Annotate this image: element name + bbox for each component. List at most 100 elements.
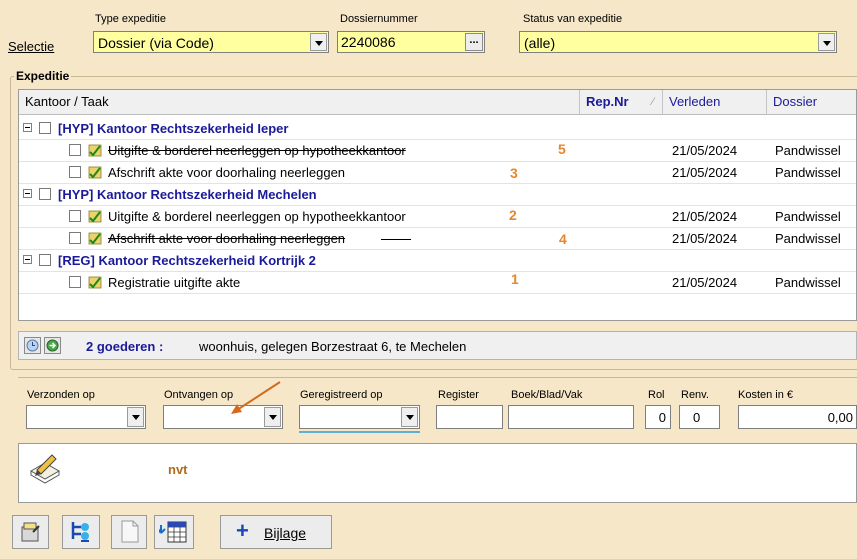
note-edit-icon[interactable] [28, 449, 62, 485]
kosten-input[interactable]: 0,00 [738, 405, 857, 429]
kosten-value: 0,00 [827, 410, 853, 425]
verzonden-op-label: Verzonden op [27, 389, 95, 401]
task-dossier: Pandwissel [775, 231, 841, 246]
group-row[interactable]: [REG] Kantoor Rechtszekerheid Kortrijk 2 [19, 250, 856, 272]
task-check-icon [88, 276, 102, 289]
annotation-number: 2 [509, 207, 517, 223]
task-checkbox[interactable] [69, 232, 81, 244]
dossiernummer-label: Dossiernummer [340, 13, 418, 25]
task-label: Afschrift akte voor doorhaling neerlegge… [108, 165, 346, 180]
detail-separator [18, 377, 857, 378]
task-row[interactable]: Afschrift akte voor doorhaling neerlegge… [19, 162, 856, 184]
task-dossier: Pandwissel [775, 209, 841, 224]
register-input[interactable] [436, 405, 503, 429]
verzonden-op-select[interactable] [26, 405, 146, 429]
col-repnr[interactable]: Rep.Nr ⁄ [580, 90, 663, 114]
col-kantoor-taak[interactable]: Kantoor / Taak [19, 90, 580, 114]
ontvangen-op-label: Ontvangen op [164, 389, 234, 401]
task-verleden: 21/05/2024 [672, 275, 738, 290]
tree-view-icon [71, 522, 89, 542]
annotation-number: 5 [558, 141, 566, 157]
plus-icon: + [236, 518, 249, 543]
type-expeditie-dropdown-arrow[interactable] [310, 33, 327, 51]
register-label: Register [438, 389, 479, 401]
type-expeditie-select[interactable]: Dossier (via Code) [93, 31, 329, 53]
col-verleden[interactable]: Verleden [663, 90, 767, 114]
spreadsheet-icon [159, 521, 187, 543]
dossier-browse-button[interactable]: ... [465, 33, 483, 51]
group-checkbox[interactable] [39, 122, 51, 134]
task-checkbox[interactable] [69, 144, 81, 156]
collapse-icon[interactable] [23, 255, 32, 264]
group-label: [HYP] Kantoor Rechtszekerheid Mechelen [58, 187, 317, 202]
boek-blad-vak-label: Boek/Blad/Vak [511, 389, 583, 401]
tree-view-button[interactable] [62, 515, 100, 549]
strike-extension [381, 239, 411, 240]
status-expeditie-select[interactable]: (alle) [519, 31, 837, 53]
task-check-icon [88, 166, 102, 179]
import-spreadsheet-button[interactable] [154, 515, 194, 549]
task-label: Registratie uitgifte akte [108, 275, 241, 290]
task-label: Uitgifte & borderel neerleggen op hypoth… [108, 209, 406, 224]
group-row[interactable]: [HYP] Kantoor Rechtszekerheid Mechelen [19, 184, 856, 206]
group-label: [REG] Kantoor Rechtszekerheid Kortrijk 2 [58, 253, 316, 268]
annotation-number: 3 [510, 165, 518, 181]
renv-input[interactable]: 0 [679, 405, 720, 429]
task-check-icon [88, 144, 102, 157]
group-checkbox[interactable] [39, 188, 51, 200]
task-dossier: Pandwissel [775, 275, 841, 290]
group-row[interactable]: [HYP] Kantoor Rechtszekerheid Ieper [19, 118, 856, 140]
goods-description: woonhuis, gelegen Borzestraat 6, te Mech… [199, 339, 467, 354]
rol-value: 0 [658, 410, 666, 425]
geregistreerd-dropdown-arrow[interactable] [401, 407, 418, 427]
bijlage-button[interactable]: + Bijlage [220, 515, 332, 549]
note-area[interactable] [18, 443, 857, 503]
clock-icon[interactable] [24, 337, 41, 354]
geregistreerd-focus-underline [299, 431, 420, 433]
collapse-icon[interactable] [23, 123, 32, 132]
task-verleden: 21/05/2024 [672, 143, 738, 158]
type-expeditie-label: Type expeditie [95, 13, 166, 25]
bijlage-label: Bijlage [264, 525, 307, 541]
task-label: Afschrift akte voor doorhaling neerlegge… [108, 231, 346, 246]
renv-value: 0 [693, 410, 701, 425]
properties-button[interactable] [12, 515, 49, 549]
dossiernummer-input[interactable]: 2240086 ... [337, 31, 485, 53]
verzonden-dropdown-arrow[interactable] [127, 407, 144, 427]
note-text: nvt [168, 462, 188, 477]
collapse-icon[interactable] [23, 189, 32, 198]
next-arrow-icon[interactable] [44, 337, 61, 354]
goods-count: 2 goederen : [86, 339, 164, 354]
task-row[interactable]: Afschrift akte voor doorhaling neerlegge… [19, 228, 856, 250]
task-checkbox[interactable] [69, 166, 81, 178]
expeditie-tree-grid[interactable]: Kantoor / Taak Rep.Nr ⁄ Verleden Dossier… [18, 89, 857, 321]
renv-label: Renv. [681, 389, 709, 401]
task-row[interactable]: Uitgifte & borderel neerleggen op hypoth… [19, 140, 856, 162]
sort-icon: ⁄ [652, 96, 654, 108]
geregistreerd-op-select[interactable] [299, 405, 420, 429]
annotation-number: 4 [559, 231, 567, 247]
task-row[interactable]: Registratie uitgifte akte 1 21/05/2024 P… [19, 271, 856, 294]
task-dossier: Pandwissel [775, 143, 841, 158]
type-expeditie-value: Dossier (via Code) [98, 35, 214, 51]
document-button[interactable] [111, 515, 147, 549]
status-expeditie-value: (alle) [524, 35, 556, 51]
task-checkbox[interactable] [69, 276, 81, 288]
group-checkbox[interactable] [39, 254, 51, 266]
task-row[interactable]: Uitgifte & borderel neerleggen op hypoth… [19, 206, 856, 228]
status-expeditie-label: Status van expeditie [523, 13, 623, 25]
col-repnr-label: Rep.Nr [586, 94, 629, 109]
task-check-icon [88, 232, 102, 245]
task-checkbox[interactable] [69, 210, 81, 222]
expeditie-title: Expeditie [14, 69, 72, 83]
col-dossier[interactable]: Dossier [767, 90, 856, 114]
task-verleden: 21/05/2024 [672, 165, 738, 180]
properties-icon [21, 522, 40, 542]
task-verleden: 21/05/2024 [672, 231, 738, 246]
selectie-label: Selectie [8, 39, 55, 54]
rol-input[interactable]: 0 [645, 405, 671, 429]
status-dropdown-arrow[interactable] [818, 33, 835, 51]
geregistreerd-op-label: Geregistreerd op [300, 389, 383, 401]
boek-blad-vak-input[interactable] [508, 405, 634, 429]
dossiernummer-value: 2240086 [341, 34, 396, 50]
